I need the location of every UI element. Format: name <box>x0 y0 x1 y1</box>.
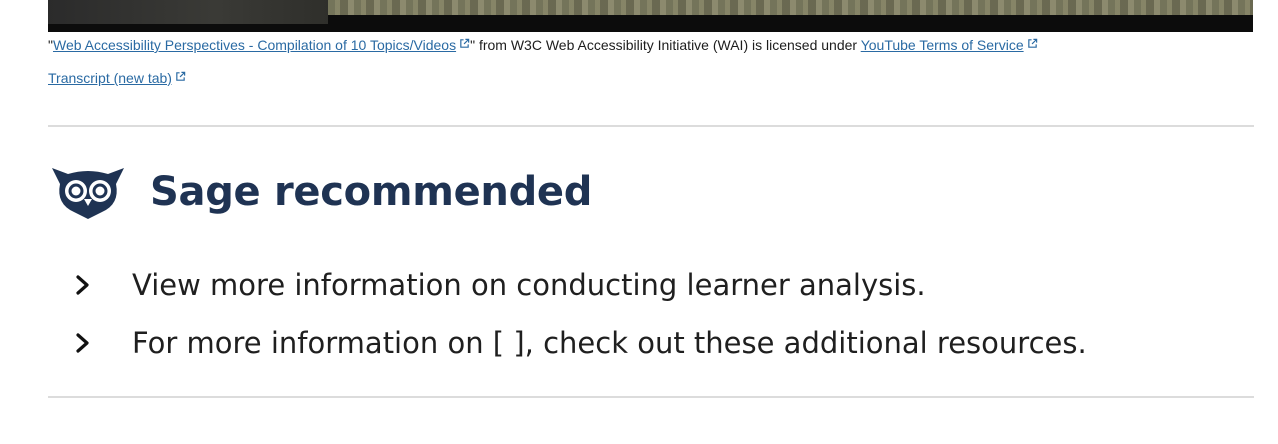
video-player-bottom-edge[interactable] <box>48 0 1253 32</box>
external-link-icon <box>176 71 186 81</box>
external-link-icon <box>460 38 470 48</box>
list-item: For more information on [ ], check out t… <box>72 314 1087 372</box>
chevron-right-icon <box>76 275 89 295</box>
transcript-row: Transcript (new tab) <box>48 69 186 87</box>
sage-header: Sage recommended <box>50 162 592 222</box>
recommendation-list: View more information on conducting lear… <box>72 256 1087 372</box>
external-link-icon <box>1027 38 1037 48</box>
license-link[interactable]: YouTube Terms of Service <box>861 37 1024 53</box>
sage-title: Sage recommended <box>150 169 593 215</box>
section-divider-top <box>48 125 1254 127</box>
video-source-link[interactable]: Web Accessibility Perspectives - Compila… <box>53 37 456 53</box>
transcript-link[interactable]: Transcript (new tab) <box>48 70 172 86</box>
chevron-right-icon <box>76 333 89 353</box>
video-thumbnail-left <box>48 0 328 24</box>
recommendation-text: View more information on conducting lear… <box>132 268 926 302</box>
list-item: View more information on conducting lear… <box>72 256 1087 314</box>
recommendation-text: For more information on [ ], check out t… <box>132 326 1087 360</box>
video-attribution: "Web Accessibility Perspectives - Compil… <box>48 36 1248 54</box>
section-divider-bottom <box>48 396 1254 398</box>
owl-icon <box>52 168 124 219</box>
attribution-text: " from W3C Web Accessibility Initiative … <box>470 37 861 53</box>
video-thumbnail-frame <box>328 0 1253 15</box>
